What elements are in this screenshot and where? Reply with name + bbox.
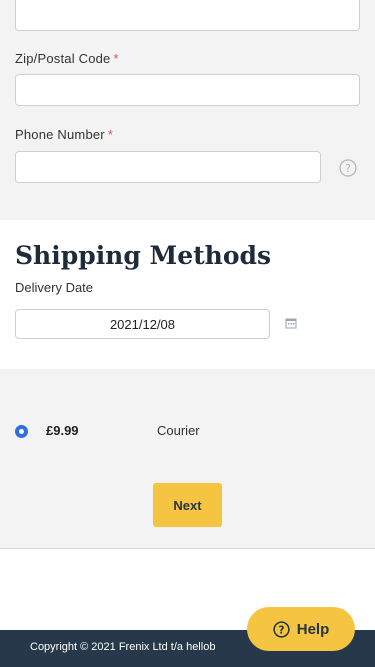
address-field[interactable]	[15, 0, 360, 31]
help-button[interactable]: ? Help	[247, 607, 355, 651]
phone-field[interactable]	[15, 151, 321, 183]
next-button[interactable]: Next	[153, 483, 222, 527]
shipping-radio[interactable]	[15, 425, 28, 438]
phone-label: Phone Number *	[15, 127, 114, 142]
shipping-title: Shipping Methods	[15, 241, 272, 270]
zip-field[interactable]	[15, 74, 360, 106]
delivery-date-label: Delivery Date	[15, 280, 94, 295]
question-circle-icon: ?	[273, 620, 290, 638]
help-label: Help	[296, 620, 330, 638]
svg-text:?: ?	[278, 624, 284, 636]
zip-label: Zip/Postal Code *	[15, 51, 119, 66]
delivery-date-value: 2021/12/08	[109, 316, 176, 332]
copyright-text: Copyright © 2021 Frenix Ltd t/a hellob	[30, 641, 216, 653]
shipping-option-row[interactable]: £9.99 Courier	[0, 420, 375, 444]
required-mark: *	[107, 127, 114, 142]
shipping-name: Courier	[157, 423, 200, 438]
shipping-section: Shipping Methods Delivery Date 2021/12/0…	[0, 220, 375, 369]
required-mark: *	[113, 51, 119, 66]
shipping-price: £9.99	[46, 423, 79, 438]
delivery-date-field[interactable]: 2021/12/08	[15, 309, 270, 339]
question-circle-icon[interactable]: ?	[339, 159, 357, 177]
calendar-icon[interactable]	[285, 316, 297, 329]
svg-text:?: ?	[345, 162, 351, 175]
